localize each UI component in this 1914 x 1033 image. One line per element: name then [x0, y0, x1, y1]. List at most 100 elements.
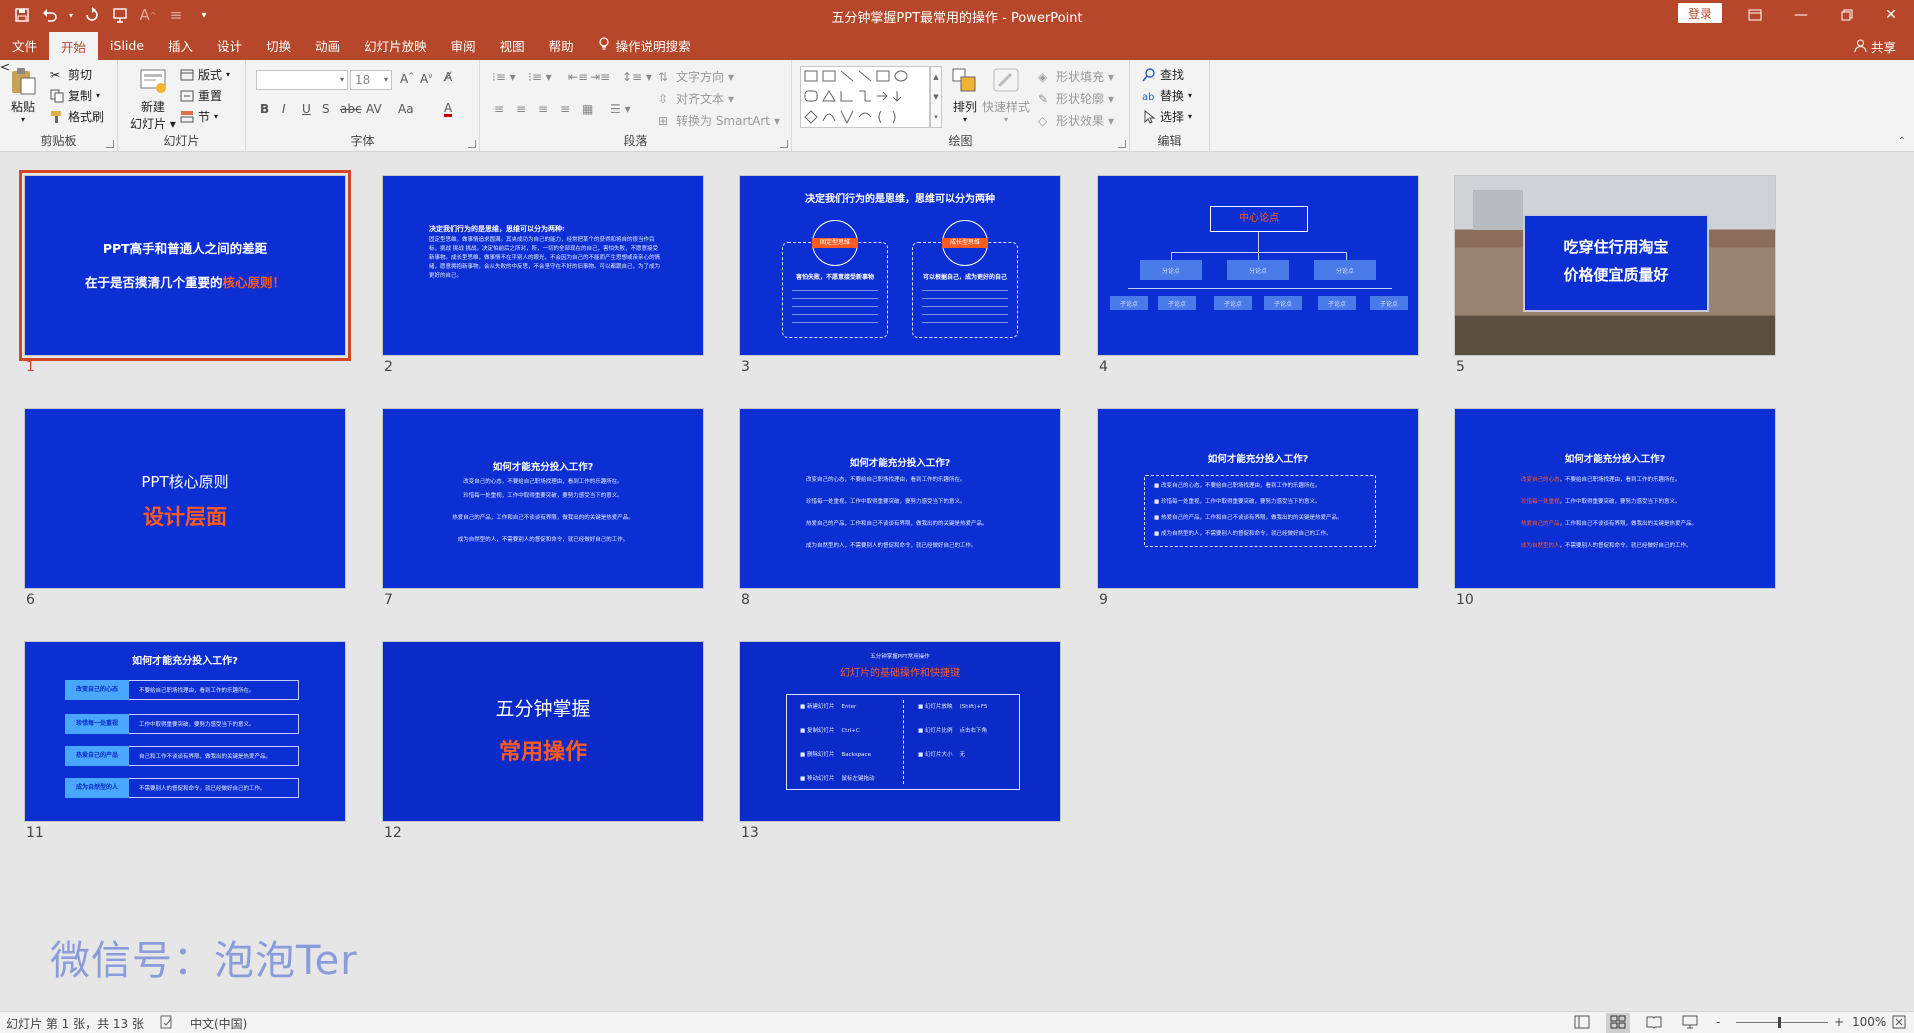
arrange-button[interactable]: 排列 ▾: [950, 66, 980, 124]
clear-format-icon[interactable]: A̸: [444, 70, 452, 84]
tab-home[interactable]: 开始: [49, 32, 99, 60]
columns-icon[interactable]: ☰ ▾: [610, 102, 631, 116]
line-spacing-icon[interactable]: ↕≡ ▾: [622, 70, 652, 84]
tab-file[interactable]: 文件: [0, 30, 49, 60]
shrink-font-icon[interactable]: Av: [420, 72, 432, 86]
shape-effects-button[interactable]: ◇ 形状效果 ▾: [1038, 112, 1114, 129]
share-button[interactable]: 共享: [1854, 37, 1896, 56]
slide-thumbnail-6[interactable]: PPT核心原则 设计层面: [24, 408, 346, 589]
slideshow-view-icon[interactable]: [1682, 1015, 1698, 1032]
tab-animations[interactable]: 动画: [303, 30, 352, 60]
tab-review[interactable]: 审阅: [439, 30, 488, 60]
dialog-launcher-icon[interactable]: [1118, 140, 1126, 148]
italic-button[interactable]: I: [282, 102, 286, 116]
section-button[interactable]: 节 ▾: [180, 108, 218, 125]
slide-thumbnail-13[interactable]: 五分钟掌握PPT常用操作 幻灯片的基础操作和快捷键 ■ 新建幻灯片 Enter …: [739, 641, 1061, 822]
copy-button[interactable]: 复制 ▾: [50, 87, 100, 104]
shape-outline-button[interactable]: ✎ 形状轮廓 ▾: [1038, 90, 1114, 107]
slide-thumbnail-11[interactable]: 如何才能充分投入工作? 改变自己的心态 珍惜每一处重视 热爱自己的产品 成为自然…: [24, 641, 346, 822]
smartart-button[interactable]: ⊞ 转换为 SmartArt ▾: [658, 112, 780, 129]
shape-fill-button[interactable]: ◈ 形状填充 ▾: [1038, 68, 1114, 85]
zoom-slider[interactable]: [1736, 1022, 1828, 1023]
text-direction-button[interactable]: ⇅ 文字方向 ▾: [658, 68, 734, 85]
slide-sorter-view-icon[interactable]: [1606, 1013, 1630, 1033]
undo-icon[interactable]: [38, 3, 62, 27]
tab-help[interactable]: 帮助: [537, 30, 586, 60]
zoom-level[interactable]: 100%: [1852, 1015, 1886, 1029]
tab-view[interactable]: 视图: [488, 30, 537, 60]
bullets-icon[interactable]: ⁝≡ ▾: [492, 70, 516, 84]
strikethrough-button[interactable]: abc: [340, 102, 362, 116]
char-spacing-button[interactable]: AV: [366, 102, 382, 116]
close-icon[interactable]: ✕: [1868, 0, 1914, 30]
quick-styles-button[interactable]: 快速样式 ▾: [982, 66, 1030, 124]
tab-slideshow[interactable]: 幻灯片放映: [352, 30, 439, 60]
underline-button[interactable]: U: [302, 102, 311, 116]
font-grow-icon[interactable]: A ^: [136, 3, 160, 27]
spacing-icon[interactable]: ≡: [164, 3, 188, 27]
tab-transitions[interactable]: 切换: [254, 30, 303, 60]
reset-button[interactable]: 重置: [180, 87, 222, 104]
bold-button[interactable]: B: [260, 102, 269, 116]
numbering-icon[interactable]: ⁝≡ ▾: [528, 70, 552, 84]
font-size-combo[interactable]: 18 ▾: [350, 70, 392, 90]
font-color-button[interactable]: A: [444, 102, 453, 117]
shadow-button[interactable]: S: [322, 102, 330, 116]
slide-thumbnail-3[interactable]: 决定我们行为的是思维，思维可以分为两种 固定型思维 成长型思维 害怕失败，不愿意…: [739, 175, 1061, 356]
justify-icon[interactable]: ≡: [560, 102, 570, 116]
zoom-slider-thumb[interactable]: [1778, 1017, 1781, 1028]
grow-font-icon[interactable]: A^: [400, 72, 414, 86]
align-left-icon[interactable]: ≡: [494, 102, 504, 116]
paste-button[interactable]: 粘贴 ▾: [8, 66, 38, 124]
slide-thumbnail-7[interactable]: 如何才能充分投入工作? 改变自己的心态，不要给自己职场找理由，看到工作的乐趣所在…: [382, 408, 704, 589]
align-center-icon[interactable]: ≡: [516, 102, 526, 116]
redo-icon[interactable]: [80, 3, 104, 27]
reading-view-icon[interactable]: [1646, 1015, 1662, 1032]
slide-thumbnail-10[interactable]: 如何才能充分投入工作? 改变自己的心态，不要给自己职场找理由，看到工作的乐趣所在…: [1454, 408, 1776, 589]
slide-thumbnail-1[interactable]: PPT高手和普通人之间的差距 在于是否摸清几个重要的核心原则！: [19, 170, 351, 361]
dialog-launcher-icon[interactable]: [106, 140, 114, 148]
replace-button[interactable]: ab 替换 ▾: [1142, 87, 1192, 104]
minimize-icon[interactable]: —: [1778, 0, 1824, 30]
slide-thumbnail-8[interactable]: 如何才能充分投入工作? 改变自己的心态，不要给自己职场找理由，看到工作的乐趣所在…: [739, 408, 1061, 589]
zoom-out-button[interactable]: -: [1716, 1015, 1720, 1029]
tell-me-search[interactable]: 操作说明搜索: [586, 30, 703, 60]
start-from-beginning-icon[interactable]: [108, 3, 132, 27]
tab-insert[interactable]: 插入: [156, 30, 205, 60]
increase-indent-icon[interactable]: ⇥≡: [590, 70, 610, 84]
format-painter-button[interactable]: 格式刷: [50, 108, 104, 125]
ribbon-display-icon[interactable]: [1732, 0, 1778, 30]
collapse-ribbon-icon[interactable]: ⌃: [1898, 136, 1906, 147]
slide-thumbnail-2[interactable]: 决定我们行为的是思维，思维可以分为两种: 固定型思维，做事情追求圆满。其夹成功为…: [382, 175, 704, 356]
layout-button[interactable]: 版式 ▾: [180, 66, 230, 83]
slide-thumbnail-9[interactable]: 如何才能充分投入工作? ■ 改变自己的心态，不要给自己职场找理由，看到工作的乐趣…: [1097, 408, 1419, 589]
customize-icon[interactable]: ▾: [192, 3, 216, 27]
spell-check-icon[interactable]: [160, 1015, 174, 1032]
slide-count-status[interactable]: 幻灯片 第 1 张，共 13 张: [6, 1015, 144, 1032]
find-button[interactable]: 查找: [1142, 66, 1184, 83]
dialog-launcher-icon[interactable]: [780, 140, 788, 148]
distributed-icon[interactable]: ▦: [582, 102, 593, 116]
new-slide-button[interactable]: 新建 幻灯片 ▾: [130, 66, 176, 132]
tab-islide[interactable]: iSlide: [98, 30, 156, 60]
slide-thumbnail-12[interactable]: 五分钟掌握 常用操作: [382, 641, 704, 822]
select-button[interactable]: 选择 ▾: [1142, 108, 1192, 125]
dialog-launcher-icon[interactable]: [468, 140, 476, 148]
gallery-scroll[interactable]: ▲ ▼ ▾: [930, 66, 942, 128]
decrease-indent-icon[interactable]: ⇤≡: [568, 70, 588, 84]
change-case-button[interactable]: Aa: [398, 102, 414, 116]
save-icon[interactable]: [10, 3, 34, 27]
slide-thumbnail-5[interactable]: 吃穿住行用淘宝 价格便宜质量好: [1454, 175, 1776, 356]
cut-button[interactable]: ✂ 剪切: [50, 66, 92, 83]
login-button[interactable]: 登录: [1678, 3, 1722, 23]
normal-view-icon[interactable]: [1574, 1015, 1590, 1032]
font-name-combo[interactable]: ▾: [256, 70, 348, 90]
fit-to-window-icon[interactable]: [1892, 1015, 1906, 1032]
language-status[interactable]: 中文(中国): [190, 1015, 247, 1032]
slide-thumbnail-4[interactable]: 中心论点 分论点 分论点 分论点 子论点 子论点 子论点 子论点 子论点 子论点: [1097, 175, 1419, 356]
shapes-gallery[interactable]: [800, 66, 930, 128]
tab-design[interactable]: 设计: [205, 30, 254, 60]
align-right-icon[interactable]: ≡: [538, 102, 548, 116]
zoom-in-button[interactable]: +: [1834, 1015, 1844, 1029]
align-text-button[interactable]: ⇳ 对齐文本 ▾: [658, 90, 734, 107]
